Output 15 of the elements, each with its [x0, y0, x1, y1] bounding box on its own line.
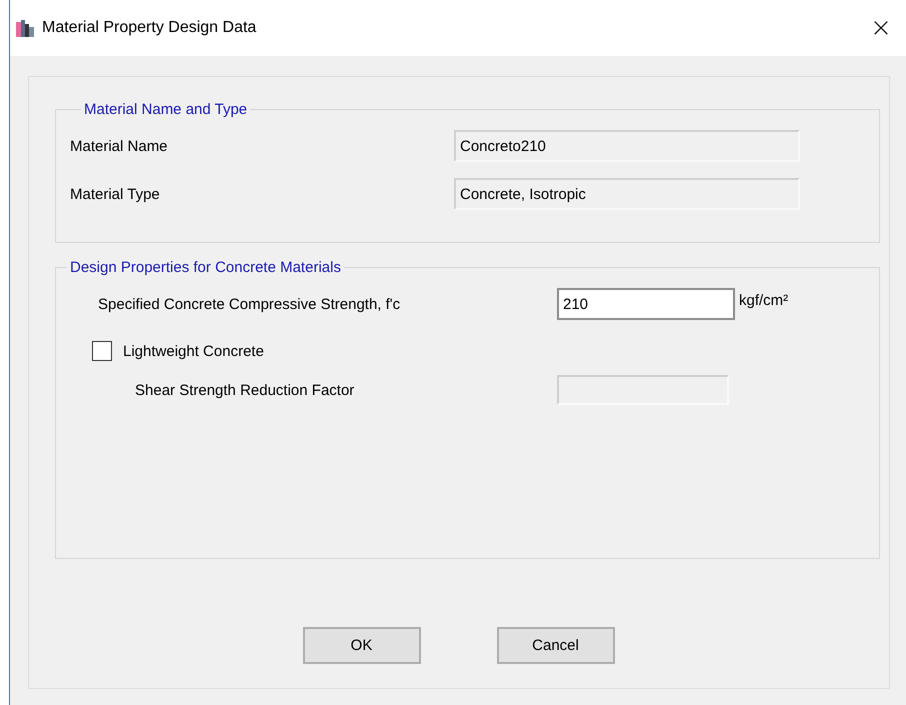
field-label: Specified Concrete Compressive Strength, f'c [98, 296, 402, 312]
field-label: Material Type [70, 186, 161, 202]
close-button[interactable]: × [856, 8, 906, 48]
ok-button[interactable]: OK [302, 627, 420, 664]
app-icon [16, 19, 34, 37]
field-label: Material Name [70, 138, 169, 154]
text-field[interactable]: 210 [557, 288, 735, 320]
field-label: Shear Strength Reduction Factor [135, 382, 356, 398]
checkbox-label: Lightweight Concrete [123, 342, 264, 360]
window-title: Material Property Design Data [42, 19, 258, 37]
group-title: Design Properties for Concrete Materials [69, 259, 342, 276]
cancel-button[interactable]: Cancel [496, 627, 614, 664]
group-title: Material Name and Type [83, 101, 248, 118]
unit-label: kgf/cm² [739, 292, 788, 308]
checkbox[interactable] [92, 341, 112, 361]
